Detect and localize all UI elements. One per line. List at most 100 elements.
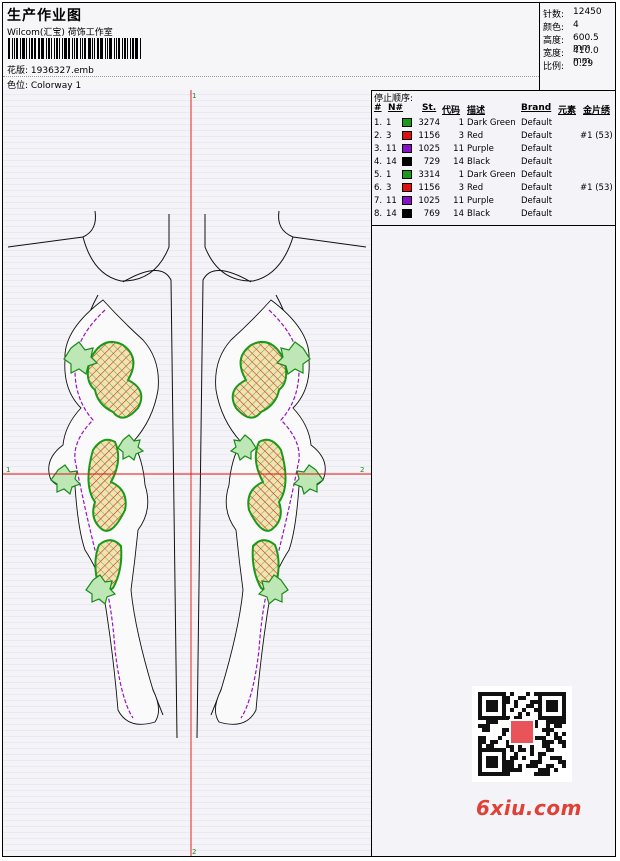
row-stitches: 3314	[418, 170, 440, 180]
row-description: Red	[467, 183, 484, 193]
color-swatch	[402, 131, 412, 140]
row-code: 14	[453, 209, 464, 219]
row-description: Red	[467, 131, 484, 141]
row-index: 3.	[374, 144, 383, 154]
row-needle: 1	[386, 170, 392, 180]
row-index: 6.	[374, 183, 383, 193]
row-needle: 14	[386, 209, 397, 219]
col-header-index: #	[374, 103, 382, 113]
col-header-stitches: St.	[422, 103, 437, 113]
production-sheet: 生产作业图 Wilcom(汇宝) 荷饰工作室 花版: 1936327.emb 色…	[2, 2, 616, 857]
table-bottom-border	[372, 225, 615, 226]
row-index: 4.	[374, 157, 383, 167]
row-index: 5.	[374, 170, 383, 180]
col-header-sequin: 金片绣	[583, 106, 611, 116]
company-name: Wilcom(汇宝) 荷饰工作室	[7, 28, 113, 38]
stat-height-label: 高度:	[543, 36, 565, 46]
row-brand: Default	[521, 183, 553, 193]
row-brand: Default	[521, 209, 553, 219]
col-header-brand: Brand	[521, 103, 552, 113]
row-stitches: 1156	[418, 183, 440, 193]
design-stats: 针数: 12450 颜色: 4 高度: 600.5 mm 宽度: 410.0 m…	[539, 3, 616, 90]
row-description: Black	[467, 209, 490, 219]
row-code: 1	[458, 118, 464, 128]
row-stitches: 1156	[418, 131, 440, 141]
col-header-description: 描述	[467, 106, 486, 116]
stat-stitches-label: 针数:	[543, 10, 565, 20]
row-sequin: #1 (53)	[580, 183, 613, 193]
row-stitches: 769	[423, 209, 440, 219]
row-description: Dark Green	[467, 170, 516, 180]
stat-colors-label: 颜色:	[543, 23, 565, 33]
row-description: Purple	[467, 196, 494, 206]
stop-sequence-row: 8. 14 769 14 Black Default	[372, 208, 615, 221]
col-header-element: 元素	[558, 106, 577, 116]
row-index: 7.	[374, 196, 383, 206]
barcode	[8, 38, 142, 59]
row-brand: Default	[521, 157, 553, 167]
stop-sequence-row: 4. 14 729 14 Black Default	[372, 156, 615, 169]
stat-colors-value: 4	[573, 20, 579, 30]
qr-seal	[509, 719, 535, 745]
row-sequin: #1 (53)	[580, 131, 613, 141]
col-header-code: 代码	[442, 106, 461, 116]
stop-sequence-row: 7. 11 1025 11 Purple Default	[372, 195, 615, 208]
row-stitches: 3274	[418, 118, 440, 128]
row-stitches: 1025	[418, 144, 440, 154]
row-code: 3	[458, 131, 464, 141]
col-header-needle: N#	[388, 103, 404, 113]
row-needle: 3	[386, 131, 392, 141]
guide-label-right: 2	[360, 466, 364, 474]
stop-sequence-row: 2. 3 1156 3 Red Default #1 (53)	[372, 130, 615, 143]
left-embroidery-motif	[48, 299, 159, 725]
row-stitches: 1025	[418, 196, 440, 206]
right-embroidery-motif	[215, 299, 326, 725]
row-brand: Default	[521, 144, 553, 154]
row-stitches: 729	[423, 157, 440, 167]
row-code: 1	[458, 170, 464, 180]
row-needle: 11	[386, 144, 397, 154]
stop-sequence-row: 6. 3 1156 3 Red Default #1 (53)	[372, 182, 615, 195]
row-description: Dark Green	[467, 118, 516, 128]
stop-sequence-row: 1. 1 3274 1 Dark Green Default	[372, 117, 615, 130]
stop-sequence-panel: 停止顺序: # N# St. 代码 描述 Brand 元素 金片绣 1. 1 327…	[372, 90, 615, 856]
row-brand: Default	[521, 131, 553, 141]
row-brand: Default	[521, 196, 553, 206]
stat-scale-value: 0.29	[573, 59, 594, 69]
sheet-title: 生产作业图	[7, 8, 82, 24]
stat-stitches-value: 12450	[573, 7, 602, 17]
row-brand: Default	[521, 170, 553, 180]
row-brand: Default	[521, 118, 553, 128]
row-code: 3	[458, 183, 464, 193]
stop-sequence-row: 5. 1 3314 1 Dark Green Default	[372, 169, 615, 182]
header-divider	[3, 76, 539, 77]
row-index: 2.	[374, 131, 383, 141]
embroidery-artwork: 1 2 1 2	[3, 90, 371, 856]
row-needle: 11	[386, 196, 397, 206]
guide-label-left: 1	[6, 466, 10, 474]
design-file-label: 花版: 1936327.emb	[7, 66, 94, 76]
row-needle: 14	[386, 157, 397, 167]
guide-label-bottom: 2	[192, 848, 196, 856]
color-swatch	[402, 209, 412, 218]
row-code: 14	[453, 157, 464, 167]
guide-label-top: 1	[192, 92, 196, 100]
qr-code-graphic	[478, 692, 566, 776]
color-swatch	[402, 196, 412, 205]
row-code: 11	[453, 144, 464, 154]
stat-width-label: 宽度:	[543, 49, 565, 59]
color-swatch	[402, 170, 412, 179]
sheet-header: 生产作业图 Wilcom(汇宝) 荷饰工作室 花版: 1936327.emb 色…	[3, 3, 615, 91]
color-swatch	[402, 144, 412, 153]
qr-code	[472, 686, 572, 782]
stop-sequence-row: 3. 11 1025 11 Purple Default	[372, 143, 615, 156]
row-index: 1.	[374, 118, 383, 128]
color-swatch	[402, 183, 412, 192]
row-needle: 1	[386, 118, 392, 128]
row-code: 11	[453, 196, 464, 206]
watermark-logo: 6xiu.com	[476, 796, 582, 820]
color-swatch	[402, 118, 412, 127]
design-preview: 1 2 1 2	[3, 90, 372, 856]
row-description: Black	[467, 157, 490, 167]
row-index: 8.	[374, 209, 383, 219]
